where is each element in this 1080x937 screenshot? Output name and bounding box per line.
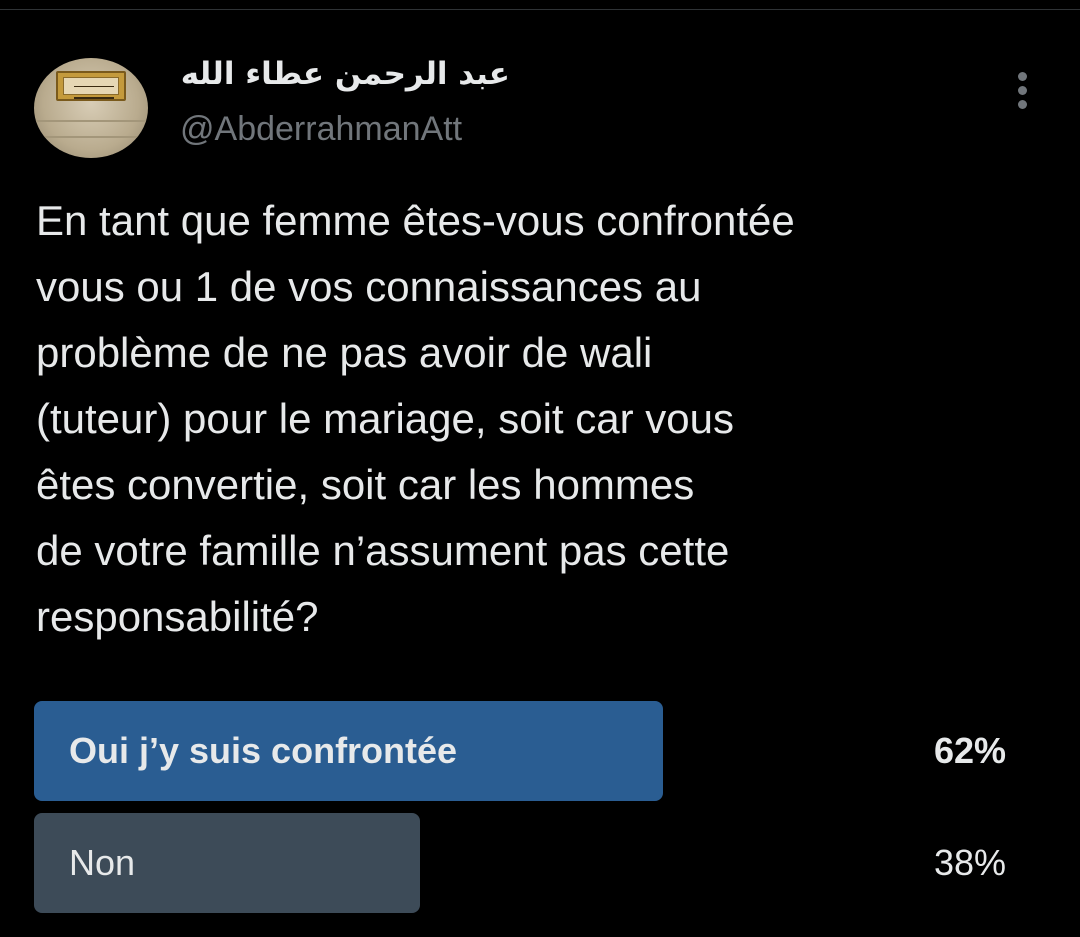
tweet-text-line: responsabilité?: [36, 593, 319, 640]
tweet-text-line: (tuteur) pour le mariage, soit car vous: [36, 395, 734, 442]
tweet-text-line: de votre famille n’assument pas cette: [36, 527, 730, 574]
poll-option-percent: 38%: [933, 842, 1006, 883]
avatar-plaque-inner: [63, 77, 119, 99]
author-display-name[interactable]: عبد الرحمن عطاء الله: [180, 56, 510, 92]
more-dot: [1018, 72, 1027, 81]
more-dot: [1018, 86, 1027, 95]
avatar-wall-line: [34, 120, 148, 122]
top-divider: [0, 0, 1080, 10]
poll-option-label: Oui j’y suis confrontée: [69, 730, 458, 771]
tweet-text-line: vous ou 1 de vos connaissances au: [36, 263, 702, 310]
more-options-icon[interactable]: [1008, 68, 1038, 114]
tweet-text: En tant que femme êtes-vous confrontée v…: [36, 188, 1046, 650]
avatar-plaque-calligraphy: [74, 86, 114, 99]
poll-option-non[interactable]: Non 38%: [34, 813, 1024, 913]
poll-option-percent: 62%: [933, 730, 1006, 771]
tweet-text-line: En tant que femme êtes-vous confrontée: [36, 197, 795, 244]
poll-option-label: Non: [69, 842, 136, 883]
tweet-text-line: problème de ne pas avoir de wali: [36, 329, 653, 376]
poll-option-oui[interactable]: Oui j’y suis confrontée 62%: [34, 701, 1024, 801]
avatar-plaque: [56, 71, 126, 101]
avatar-wall-line: [34, 136, 148, 138]
author-handle[interactable]: @AbderrahmanAtt: [180, 110, 462, 149]
avatar[interactable]: [34, 58, 148, 158]
tweet-text-line: êtes convertie, soit car les hommes: [36, 461, 695, 508]
more-dot: [1018, 100, 1027, 109]
